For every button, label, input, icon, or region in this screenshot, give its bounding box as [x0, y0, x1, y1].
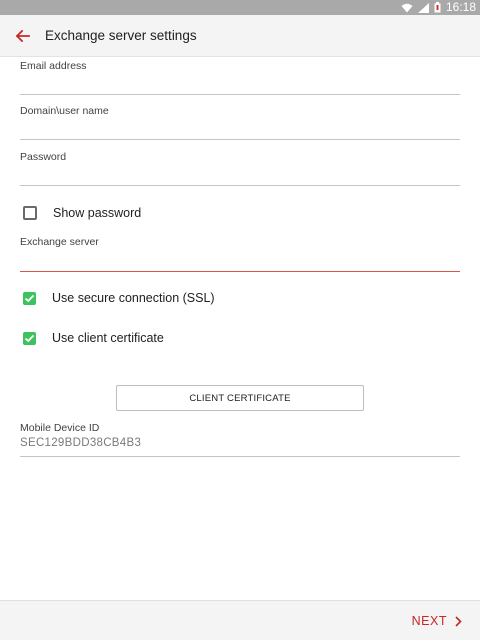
- email-underline: [20, 94, 460, 95]
- ssl-checkbox[interactable]: [23, 291, 36, 305]
- client-certificate-checkbox[interactable]: [23, 331, 36, 345]
- status-icons: 16:18: [401, 0, 476, 15]
- signal-icon: [417, 2, 429, 13]
- show-password-checkbox[interactable]: [23, 206, 37, 220]
- mobile-device-id-underline: [20, 456, 460, 457]
- domain-user-label: Domain\user name: [20, 105, 109, 117]
- ssl-label: Use secure connection (SSL): [52, 291, 215, 305]
- client-certificate-button[interactable]: CLIENT CERTIFICATE: [116, 385, 364, 411]
- show-password-checkbox-row[interactable]: Show password: [20, 201, 141, 225]
- next-button[interactable]: NEXT: [412, 601, 462, 640]
- password-underline: [20, 185, 460, 186]
- email-label: Email address: [20, 60, 87, 72]
- email-input[interactable]: [20, 74, 460, 94]
- arrow-back-icon: [16, 30, 30, 42]
- domain-user-underline: [20, 139, 460, 140]
- exchange-server-input[interactable]: [20, 251, 460, 271]
- mobile-device-id-value: SEC129BDD38CB4B3: [20, 437, 142, 449]
- password-input[interactable]: [20, 165, 460, 185]
- back-button[interactable]: [12, 25, 34, 47]
- bottom-bar: NEXT: [0, 600, 480, 640]
- next-label: NEXT: [411, 614, 447, 628]
- password-label: Password: [20, 151, 67, 163]
- exchange-server-field: Exchange server: [20, 236, 460, 274]
- client-certificate-checkbox-row[interactable]: Use client certificate: [20, 326, 164, 350]
- domain-user-input[interactable]: [20, 119, 460, 139]
- page-title: Exchange server settings: [45, 28, 197, 43]
- status-time: 16:18: [445, 0, 476, 14]
- exchange-server-underline: [20, 271, 460, 272]
- exchange-server-label: Exchange server: [20, 236, 99, 248]
- ssl-checkbox-row[interactable]: Use secure connection (SSL): [20, 286, 215, 310]
- mobile-device-id-label: Mobile Device ID: [20, 422, 100, 434]
- status-bar: 16:18: [0, 0, 480, 15]
- password-field: Password: [20, 151, 460, 187]
- email-field: Email address: [20, 60, 460, 96]
- domain-user-field: Domain\user name: [20, 105, 460, 141]
- wifi-icon: [401, 3, 413, 12]
- battery-icon: [434, 2, 441, 13]
- client-certificate-label: Use client certificate: [52, 331, 164, 345]
- chevron-right-icon: [455, 615, 462, 627]
- checkmark-icon: [24, 294, 35, 302]
- checkmark-icon: [24, 334, 35, 342]
- show-password-label: Show password: [53, 206, 142, 220]
- app-bar: Exchange server settings: [0, 15, 480, 57]
